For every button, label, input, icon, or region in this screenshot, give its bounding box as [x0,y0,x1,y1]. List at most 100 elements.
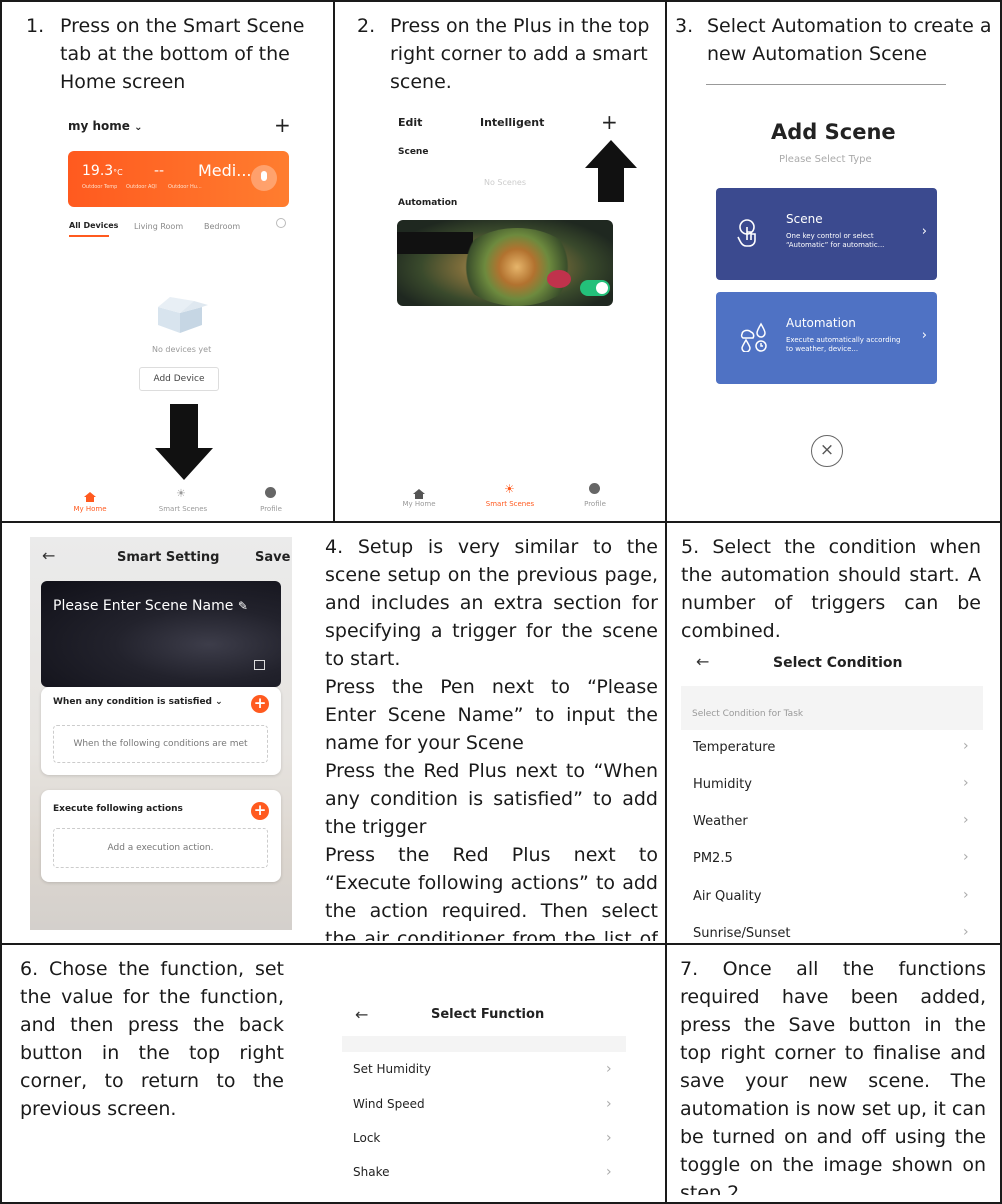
function-back-arrow-icon[interactable]: ← [355,1005,368,1024]
close-icon[interactable]: × [811,435,843,467]
scene-cover-image [41,581,281,687]
humidity-value: Medi... [198,161,252,180]
condition-item-sunrise-sunset[interactable]: Sunrise/Sunset [693,926,790,941]
scene-type-card[interactable]: Scene One key control or select “Automat… [716,188,937,280]
chevron-right-icon: › [963,924,969,940]
add-icon[interactable]: + [274,113,291,137]
nav-profile-icon[interactable] [265,487,276,498]
step-2-number: 2. [357,15,376,37]
tab-all-devices[interactable]: All Devices [69,221,118,230]
step-2-instruction: 2. Press on the Plus in the top right co… [357,12,657,102]
scene-chevron-right-icon: › [921,224,927,239]
step-3-number: 3. [675,15,694,37]
scene-section-label: Scene [398,147,429,157]
home-title[interactable]: my home ⌄ [68,119,143,133]
step-6-instruction: 6. Chose the function, set the value for… [20,955,284,1125]
screen-top-rule [706,84,946,85]
function-item-shake[interactable]: Shake [353,1165,389,1179]
weather-drops-icon [740,322,770,353]
condition-header-text: When any condition is satisfied [53,697,212,707]
arrow-up-icon [585,140,637,202]
automation-type-card[interactable]: Automation Execute automatically accordi… [716,292,937,384]
actions-placeholder[interactable]: Add a execution action. [53,828,268,868]
add-scene-title: Add Scene [771,120,896,144]
nav2-profile-icon[interactable] [589,483,600,494]
add-condition-plus-icon[interactable]: + [251,695,269,713]
step-3-text: Select Automation to create a new Automa… [707,15,992,65]
image-icon[interactable] [254,660,265,670]
step-4-instruction: 4. Setup is very similar to the scene se… [325,533,658,941]
step-5-instruction: 5. Select the condition when the automat… [681,533,981,645]
nav2-smart-scenes[interactable]: Smart Scenes [485,500,535,508]
nav2-profile[interactable]: Profile [570,500,620,508]
function-item-wind-speed[interactable]: Wind Speed [353,1097,425,1111]
automation-toggle[interactable] [580,280,610,296]
select-condition-title: Select Condition [773,655,903,671]
empty-devices-text: No devices yet [152,345,212,354]
function-item-set-humidity[interactable]: Set Humidity [353,1062,431,1076]
step-1-number: 1. [26,15,45,37]
scene-card-desc: One key control or select “Automatic” fo… [786,232,885,249]
arrow-down-icon [155,404,213,480]
condition-chevron-icon: ⌄ [215,697,223,707]
step-3-instruction: 3. Select Automation to create a new Aut… [675,12,995,82]
step-7-text: 7. Once all the functions required have … [680,958,986,1195]
actions-header[interactable]: Execute following actions [53,804,183,814]
step-1-instruction: 1. Press on the Smart Scene tab at the b… [26,12,326,102]
condition-section-label: Select Condition for Task [692,709,804,719]
nav2-my-home[interactable]: My Home [394,500,444,508]
condition-placeholder[interactable]: When the following conditions are met [53,725,268,763]
add-scene-plus-icon[interactable]: + [601,110,618,134]
chevron-right-icon: › [606,1164,612,1180]
nav-profile[interactable]: Profile [246,505,296,513]
aqi-label: Outdoor AQI [126,184,157,190]
add-device-button[interactable]: Add Device [139,367,219,391]
back-arrow-icon[interactable]: ← [42,546,55,565]
settings-icon[interactable] [276,218,286,228]
aqi-value: -- [154,163,165,179]
automation-card-desc: Execute automatically according to weath… [786,336,901,353]
tab-active-underline [69,235,109,237]
save-button[interactable]: Save [255,550,290,565]
function-item-lock[interactable]: Lock [353,1131,380,1145]
chevron-right-icon: › [963,812,969,828]
nav-smart-scenes[interactable]: Smart Scenes [158,505,208,513]
automation-card-image[interactable] [397,220,613,306]
microphone-icon[interactable] [251,165,277,191]
condition-item-pm25[interactable]: PM2.5 [693,851,733,866]
condition-item-air-quality[interactable]: Air Quality [693,889,761,904]
food-bowl [457,228,577,306]
condition-item-humidity[interactable]: Humidity [693,777,752,792]
condition-header[interactable]: When any condition is satisfied ⌄ [53,697,223,707]
nav-smart-scenes-icon[interactable]: ☀ [176,487,186,500]
add-action-plus-icon[interactable]: + [251,802,269,820]
row-divider-1 [0,521,1002,523]
nav2-home-icon[interactable] [413,484,425,499]
food-accent [547,270,571,288]
tab-living-room[interactable]: Living Room [134,222,183,231]
scene-name-text: Please Enter Scene Name [53,598,234,614]
condition-item-temperature[interactable]: Temperature [693,740,775,755]
instruction-grid: 1. Press on the Smart Scene tab at the b… [0,0,1002,1204]
frame-top [0,0,1002,2]
chevron-right-icon: › [963,738,969,754]
pen-icon[interactable]: ✎ [238,599,248,613]
chevron-right-icon: › [606,1096,612,1112]
nav-home-icon[interactable] [84,487,96,502]
nav2-smart-scenes-icon[interactable]: ☀ [504,482,515,496]
chevron-right-icon: › [963,849,969,865]
edit-button[interactable]: Edit [398,116,422,129]
scene-name-placeholder[interactable]: Please Enter Scene Name ✎ [53,598,248,614]
step-2-text: Press on the Plus in the top right corne… [390,15,650,93]
nav-my-home[interactable]: My Home [65,505,115,513]
condition-section-band [681,686,983,730]
tab-bedroom[interactable]: Bedroom [204,222,240,231]
smart-setting-title: Smart Setting [117,550,220,565]
step-4-paragraph-1: 4. Setup is very similar to the scene se… [325,536,658,670]
no-scenes-text: No Scenes [484,178,526,187]
intelligent-title: Intelligent [480,116,545,129]
add-scene-subtitle: Please Select Type [779,154,872,165]
condition-back-arrow-icon[interactable]: ← [696,652,709,671]
condition-item-weather[interactable]: Weather [693,814,748,829]
step-4-paragraph-2: Press the Pen next to “Please Enter Scen… [325,676,658,754]
